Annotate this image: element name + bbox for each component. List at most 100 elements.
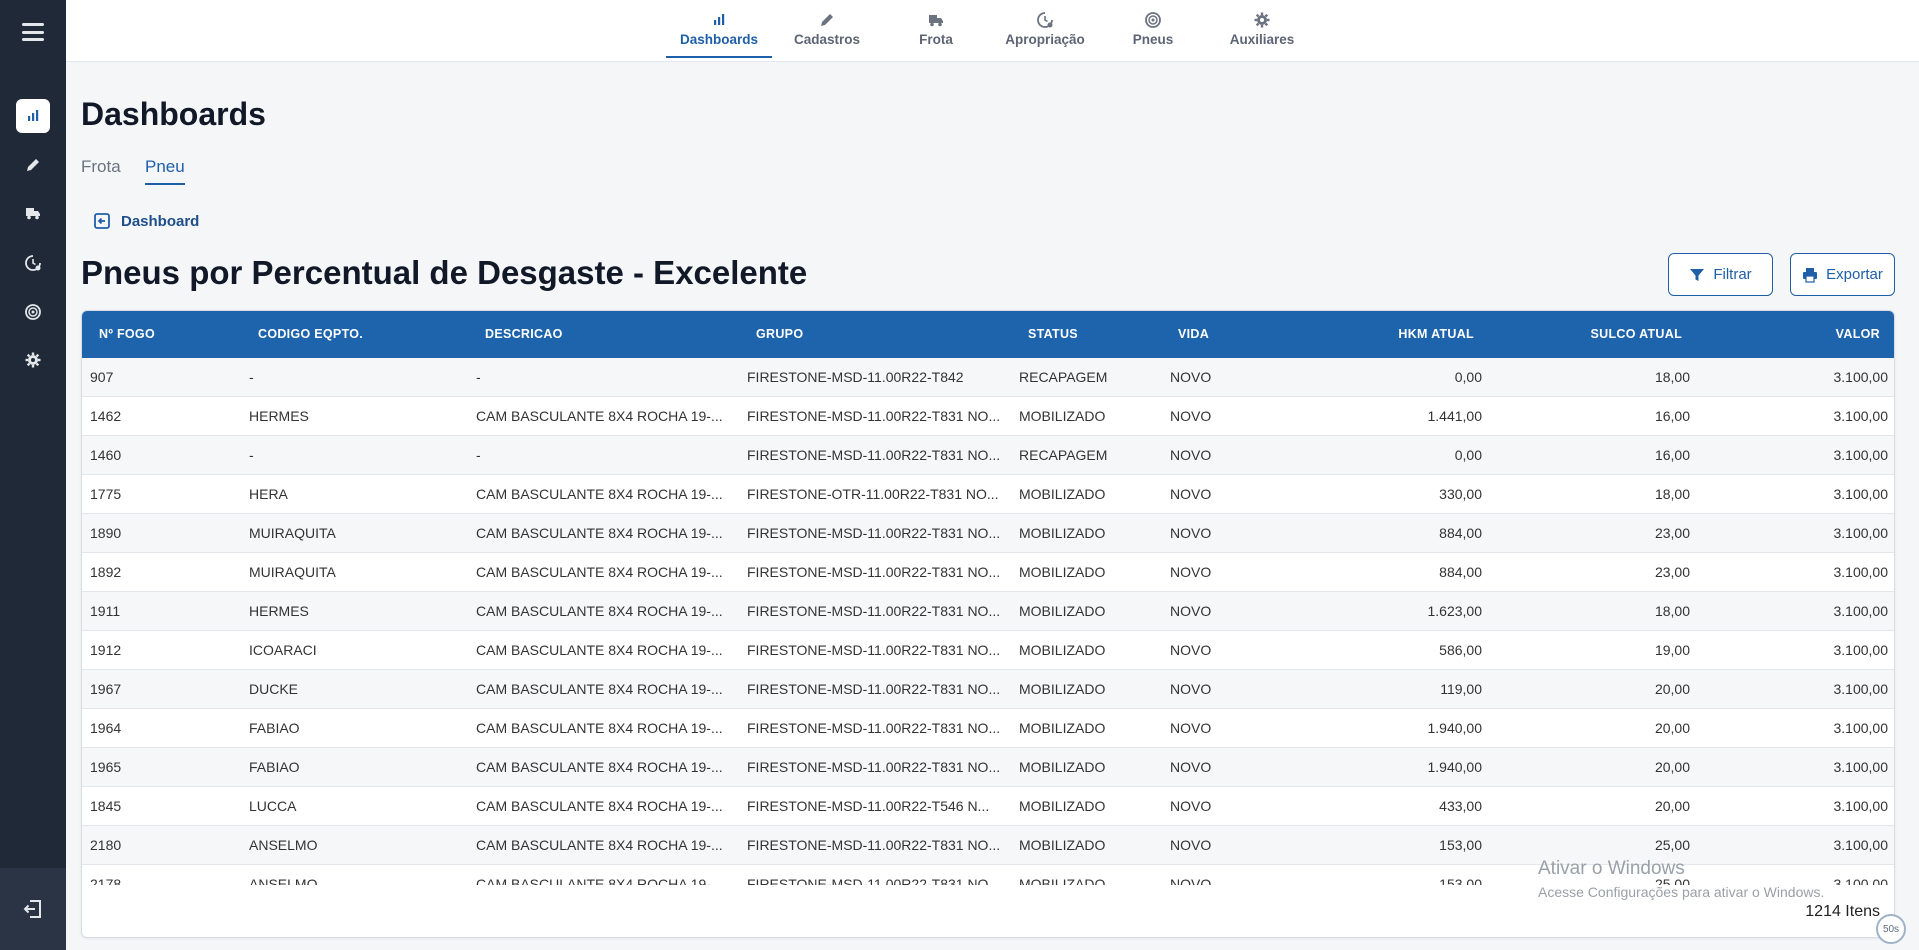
col-header-valor[interactable]: VALOR xyxy=(1722,311,1880,358)
tab-cadastros[interactable]: Cadastros xyxy=(774,0,880,58)
sidebar-item-cadastros[interactable] xyxy=(16,148,50,182)
col-header-descricao[interactable]: DESCRICAO xyxy=(485,311,563,358)
table-row[interactable]: 1845 LUCCA CAM BASCULANTE 8X4 ROCHA 19-...… xyxy=(82,787,1894,826)
truck-icon xyxy=(929,15,943,27)
col-header-sulco-atual[interactable]: SULCO ATUAL xyxy=(1502,311,1682,358)
table-row[interactable]: 1964 FABIAO CAM BASCULANTE 8X4 ROCHA 19-..… xyxy=(82,709,1894,748)
cell-grupo: FIRESTONE-MSD-11.00R22-T831 NO... xyxy=(747,447,1001,463)
cell-hkm-atual: 586,00 xyxy=(1439,642,1482,658)
table-row[interactable]: 1775 HERA CAM BASCULANTE 8X4 ROCHA 19-... F… xyxy=(82,475,1894,514)
table-row[interactable]: 1892 MUIRAQUITA CAM BASCULANTE 8X4 ROCHA 1… xyxy=(82,553,1894,592)
cell-vida: NOVO xyxy=(1170,408,1212,424)
subtab-frota[interactable]: Frota xyxy=(81,157,121,183)
cell-grupo: FIRESTONE-MSD-11.00R22-T831 NO... xyxy=(747,681,1001,697)
cell-status: MOBILIZADO xyxy=(1019,564,1106,580)
cell-hkm-atual: 153,00 xyxy=(1439,837,1482,853)
table-row[interactable]: 1965 FABIAO CAM BASCULANTE 8X4 ROCHA 19-..… xyxy=(82,748,1894,787)
cell-n-fogo: 1967 xyxy=(90,681,122,697)
cell-vida: NOVO xyxy=(1170,837,1212,853)
sidebar-item-frota[interactable] xyxy=(16,196,50,230)
tab-dashboards[interactable]: Dashboards xyxy=(666,0,772,58)
table-row[interactable]: 1912 ICOARACI CAM BASCULANTE 8X4 ROCHA 19-… xyxy=(82,631,1894,670)
filter-button[interactable]: Filtrar xyxy=(1668,253,1773,296)
pencil-icon xyxy=(821,14,833,26)
cell-vida: NOVO xyxy=(1170,447,1212,463)
tab-auxiliares[interactable]: Auxiliares xyxy=(1209,0,1315,58)
col-header-status[interactable]: STATUS xyxy=(1028,311,1078,358)
subtab-pneu[interactable]: Pneu xyxy=(145,157,185,185)
tab-label: Cadastros xyxy=(793,32,861,47)
hamburger-menu-icon[interactable] xyxy=(18,20,48,44)
logout-button[interactable] xyxy=(0,868,66,950)
table-row[interactable]: 907 - - FIRESTONE-MSD-11.00R22-T842 RECAPAGE… xyxy=(82,358,1894,397)
sidebar-item-auxiliares[interactable] xyxy=(16,343,50,377)
cell-codigo-eqpto: HERMES xyxy=(249,408,309,424)
cell-status: MOBILIZADO xyxy=(1019,798,1106,814)
sidebar-item-pneus[interactable] xyxy=(16,295,50,329)
cell-n-fogo: 1775 xyxy=(90,486,122,502)
cell-hkm-atual: 433,00 xyxy=(1439,798,1482,814)
cell-n-fogo: 2180 xyxy=(90,837,122,853)
cell-descricao: CAM BASCULANTE 8X4 ROCHA 19-... xyxy=(476,798,723,814)
gear-icon xyxy=(1254,12,1270,28)
cell-descricao: CAM BASCULANTE 8X4 ROCHA 19-... xyxy=(476,759,723,775)
cell-valor: 3.100,00 xyxy=(1833,486,1889,502)
cell-status: MOBILIZADO xyxy=(1019,681,1106,697)
table-row[interactable]: 1890 MUIRAQUITA CAM BASCULANTE 8X4 ROCHA 1… xyxy=(82,514,1894,553)
col-header-vida[interactable]: VIDA xyxy=(1178,311,1209,358)
cell-vida: NOVO xyxy=(1170,642,1212,658)
col-header-grupo[interactable]: GRUPO xyxy=(756,311,803,358)
cell-sulco-atual: 18,00 xyxy=(1654,603,1690,619)
cell-status: MOBILIZADO xyxy=(1019,759,1106,775)
cell-codigo-eqpto: FABIAO xyxy=(249,720,300,736)
sidebar-item-apropriacao[interactable] xyxy=(16,246,50,280)
top-navigation: Dashboards Cadastros Frota Apropriação P… xyxy=(66,0,1919,62)
cell-n-fogo: 1845 xyxy=(90,798,122,814)
export-button[interactable]: Exportar xyxy=(1790,253,1895,296)
cell-hkm-atual: 1.623,00 xyxy=(1427,603,1483,619)
cell-codigo-eqpto: HERMES xyxy=(249,603,309,619)
cell-valor: 3.100,00 xyxy=(1833,720,1889,736)
cell-valor: 3.100,00 xyxy=(1833,681,1889,697)
history-gear-icon xyxy=(25,255,41,271)
cell-grupo: FIRESTONE-MSD-11.00R22-T831 NO... xyxy=(747,720,1001,736)
tab-apropriacao[interactable]: Apropriação xyxy=(992,0,1098,58)
cell-codigo-eqpto: LUCCA xyxy=(249,798,297,814)
cell-codigo-eqpto: - xyxy=(249,447,254,463)
table-row[interactable]: 1462 HERMES CAM BASCULANTE 8X4 ROCHA 19-..… xyxy=(82,397,1894,436)
tab-pneus[interactable]: Pneus xyxy=(1100,0,1206,58)
cell-status: MOBILIZADO xyxy=(1019,525,1106,541)
cell-descricao: - xyxy=(476,369,481,385)
windows-activation-watermark: Ativar o Windows Acesse Configurações pa… xyxy=(1538,858,1824,900)
cell-hkm-atual: 119,00 xyxy=(1440,681,1482,697)
cell-sulco-atual: 23,00 xyxy=(1654,564,1690,580)
cell-descricao: CAM BASCULANTE 8X4 ROCHA 19-... xyxy=(476,720,723,736)
col-header-codigo-eqpto[interactable]: CODIGO EQPTO. xyxy=(258,311,363,358)
tab-label: Frota xyxy=(919,32,953,47)
page-title: Dashboards xyxy=(81,96,266,132)
tab-frota[interactable]: Frota xyxy=(883,0,989,58)
table-row[interactable]: 1911 HERMES CAM BASCULANTE 8X4 ROCHA 19-..… xyxy=(82,592,1894,631)
cell-hkm-atual: 153,00 xyxy=(1439,876,1482,885)
back-to-dashboard-link[interactable]: Dashboard xyxy=(93,212,199,230)
cell-sulco-atual: 20,00 xyxy=(1654,720,1690,736)
cell-descricao: CAM BASCULANTE 8X4 ROCHA 19-... xyxy=(476,486,723,502)
cell-codigo-eqpto: - xyxy=(249,369,254,385)
cell-hkm-atual: 0,00 xyxy=(1454,369,1482,385)
cell-vida: NOVO xyxy=(1170,525,1212,541)
cell-codigo-eqpto: FABIAO xyxy=(249,759,300,775)
cell-n-fogo: 1912 xyxy=(90,642,122,658)
col-header-hkm-atual[interactable]: HKM ATUAL xyxy=(1282,311,1474,358)
cell-grupo: FIRESTONE-MSD-11.00R22-T831 NO... xyxy=(747,837,1001,853)
table-row[interactable]: 1967 DUCKE CAM BASCULANTE 8X4 ROCHA 19-...… xyxy=(82,670,1894,709)
section-title: Pneus por Percentual de Desgaste - Excel… xyxy=(81,254,808,291)
cell-sulco-atual: 16,00 xyxy=(1654,408,1690,424)
cell-grupo: FIRESTONE-OTR-11.00R22-T831 NO... xyxy=(747,486,999,502)
sidebar-item-dashboards[interactable] xyxy=(16,99,50,133)
cell-grupo: FIRESTONE-MSD-11.00R22-T831 NO... xyxy=(747,642,1001,658)
tire-icon xyxy=(1145,12,1161,28)
filter-label: Filtrar xyxy=(1713,266,1752,283)
cell-codigo-eqpto: HERA xyxy=(249,486,288,502)
col-header-n-fogo[interactable]: Nº FOGO xyxy=(99,311,155,358)
table-row[interactable]: 1460 - - FIRESTONE-MSD-11.00R22-T831 NO... R… xyxy=(82,436,1894,475)
